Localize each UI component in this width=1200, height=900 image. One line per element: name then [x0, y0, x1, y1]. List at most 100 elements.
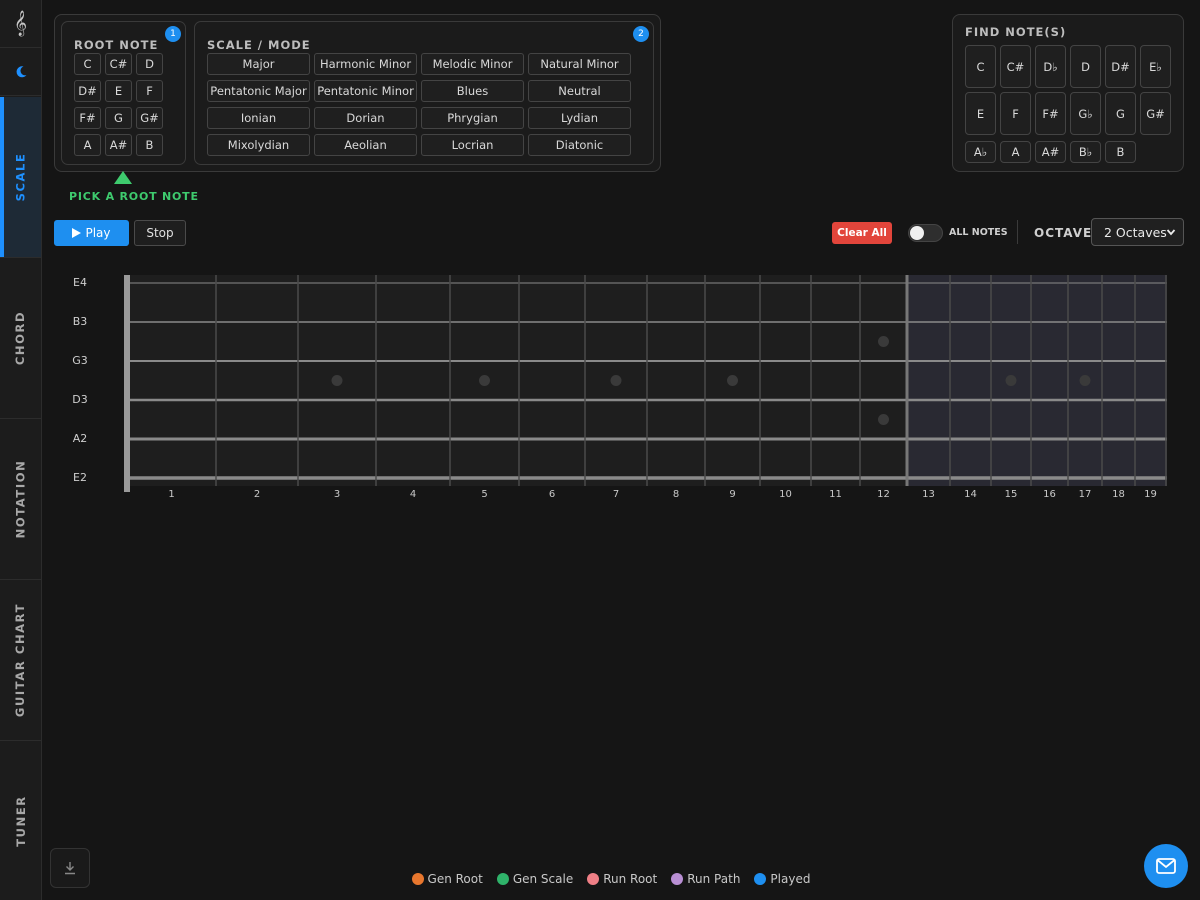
scale-option-button[interactable]: Pentatonic Major [207, 80, 310, 102]
root-note-button[interactable]: A [74, 134, 101, 156]
fret-number: 14 [964, 489, 977, 500]
play-button[interactable]: Play [54, 220, 129, 246]
fret-number: 15 [1004, 489, 1018, 500]
legend-dot-icon [671, 873, 684, 885]
root-note-button[interactable]: F [136, 80, 163, 102]
find-note-button[interactable]: D# [1105, 45, 1136, 88]
root-note-button[interactable]: C# [105, 53, 132, 75]
moon-icon [16, 65, 26, 77]
root-note-button[interactable]: G [105, 107, 132, 129]
find-note-button[interactable]: C [965, 45, 996, 88]
root-note-hint: PICK A ROOT NOTE [69, 190, 199, 203]
legend-dot-icon [754, 873, 767, 885]
octaves-select[interactable]: 2 Octaves [1091, 218, 1184, 246]
fret-number: 12 [877, 489, 890, 500]
legend-label: Gen Root [427, 872, 483, 886]
scale-option-button[interactable]: Phrygian [421, 107, 524, 129]
fret-number: 7 [612, 489, 620, 500]
scale-option-button[interactable]: Blues [421, 80, 524, 102]
scale-option-button[interactable]: Locrian [421, 134, 524, 156]
root-note-button[interactable]: E [105, 80, 132, 102]
scale-option-button[interactable]: Diatonic [528, 134, 631, 156]
string-label: E4 [73, 276, 87, 289]
scale-option-button[interactable]: Lydian [528, 107, 631, 129]
string-label: D3 [72, 393, 88, 406]
scale-option-button[interactable]: Dorian [314, 107, 417, 129]
mail-icon [1156, 858, 1176, 874]
all-notes-label: ALL NOTES [949, 227, 1008, 238]
dark-mode-toggle[interactable] [0, 48, 41, 96]
find-note-button[interactable]: A♭ [965, 141, 996, 163]
root-note-title: ROOT NOTE [74, 38, 159, 52]
root-note-button[interactable]: B [136, 134, 163, 156]
find-notes-panel: FIND NOTE(S) C C# D♭ D D# E♭ E F F# G♭ G G# A♭ A A# B♭ B [952, 14, 1184, 172]
find-note-button[interactable]: F [1000, 92, 1031, 135]
fret-number: 8 [672, 489, 680, 500]
root-note-button[interactable]: G# [136, 107, 163, 129]
scale-mode-panel: SCALE / MODE 2 Major Harmonic Minor Melodi… [194, 21, 654, 165]
scale-option-button[interactable]: Pentatonic Minor [314, 80, 417, 102]
scale-mode-title: SCALE / MODE [207, 38, 311, 52]
play-icon [72, 228, 82, 238]
legend-item: Played [754, 872, 810, 886]
find-note-button[interactable]: G [1105, 92, 1136, 135]
find-note-button[interactable]: D [1070, 45, 1101, 88]
root-note-panel: ROOT NOTE 1 C C# D D# E F F# G G# A A# B [61, 21, 186, 165]
scale-option-button[interactable]: Melodic Minor [421, 53, 524, 75]
find-note-button[interactable]: A# [1035, 141, 1066, 163]
legend-dot-icon [411, 873, 424, 885]
find-note-button[interactable]: G♭ [1070, 92, 1101, 135]
find-note-button[interactable]: D♭ [1035, 45, 1066, 88]
all-notes-toggle[interactable] [908, 224, 943, 242]
legend: Gen Root Gen Scale Run Root Run Path Played [0, 872, 1200, 886]
legend-label: Gen Scale [512, 872, 574, 886]
nut [124, 275, 130, 492]
tab-guitar-chart[interactable]: GUITAR CHART [0, 580, 41, 741]
contact-button[interactable] [1144, 844, 1188, 888]
legend-dot-icon [587, 873, 600, 885]
step-badge-2: 2 [633, 26, 649, 42]
root-note-button[interactable]: D# [74, 80, 101, 102]
fret-inlay-dot [331, 375, 343, 386]
scale-option-button[interactable]: Aeolian [314, 134, 417, 156]
scale-option-button[interactable]: Neutral [528, 80, 631, 102]
fret-number: 2 [253, 489, 261, 500]
find-note-button[interactable]: B [1105, 141, 1136, 163]
clear-all-button[interactable]: Clear All [832, 222, 892, 244]
find-note-button[interactable]: E [965, 92, 996, 135]
tab-notation[interactable]: NOTATION [0, 419, 41, 580]
root-note-button[interactable]: A# [105, 134, 132, 156]
root-note-button[interactable]: D [136, 53, 163, 75]
fret-inlay-dot [878, 414, 889, 425]
find-note-button[interactable]: E♭ [1140, 45, 1171, 88]
scale-option-button[interactable]: Major [207, 53, 310, 75]
find-note-button[interactable]: F# [1035, 92, 1066, 135]
fret-number: 3 [333, 489, 341, 500]
fretboard: E4 B3 G3 D3 A2 E2 1 2 3 4 5 6 7 8 9 10 11 12 13 14 15 16 17 18 1… [54, 270, 1184, 510]
find-note-button[interactable]: C# [1000, 45, 1031, 88]
find-note-button[interactable]: A [1000, 141, 1031, 163]
scale-option-button[interactable]: Harmonic Minor [314, 53, 417, 75]
fret-number: 4 [409, 489, 417, 500]
stop-button[interactable]: Stop [134, 220, 186, 246]
tab-scale[interactable]: SCALE [0, 97, 41, 258]
scale-option-button[interactable]: Mixolydian [207, 134, 310, 156]
fret-number: 5 [481, 489, 488, 500]
fretboard-svg[interactable] [54, 270, 1184, 510]
fret-number: 9 [729, 489, 736, 500]
root-note-button[interactable]: F# [74, 107, 101, 129]
find-note-button[interactable]: B♭ [1070, 141, 1101, 163]
fret-number: 19 [1144, 489, 1157, 500]
string-label: G3 [72, 354, 88, 367]
legend-item: Run Root [587, 872, 657, 886]
legend-item: Run Path [671, 872, 740, 886]
find-note-button[interactable]: G# [1140, 92, 1171, 135]
sidebar: 𝄞 SCALE CHORD NOTATION GUITAR CHART TUNE… [0, 0, 42, 900]
scale-option-button[interactable]: Ionian [207, 107, 310, 129]
tab-chord[interactable]: CHORD [0, 258, 41, 419]
legend-item: Gen Scale [496, 872, 574, 886]
octave-highlight-region [907, 275, 1167, 486]
scale-option-button[interactable]: Natural Minor [528, 53, 631, 75]
treble-clef-logo-icon[interactable]: 𝄞 [0, 0, 41, 48]
root-note-button[interactable]: C [74, 53, 101, 75]
